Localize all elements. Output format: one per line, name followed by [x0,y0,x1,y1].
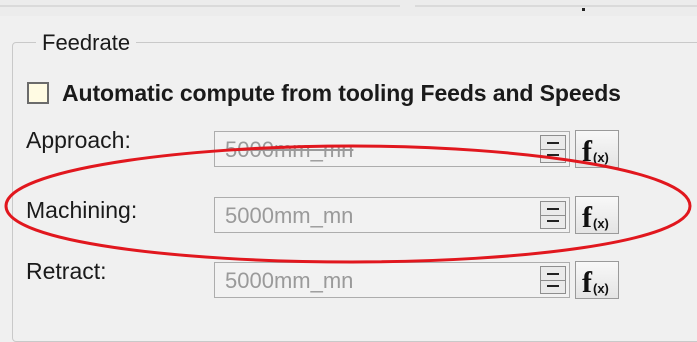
machining-field[interactable]: 5000mm_mn [214,197,570,233]
retract-label: Retract: [26,258,107,284]
approach-spinner-down[interactable] [541,149,565,162]
retract-formula-button[interactable]: f (x) [575,261,619,299]
approach-formula-button[interactable]: f (x) [575,130,619,168]
svg-text:(x): (x) [593,150,609,165]
retract-spinner[interactable] [540,266,566,294]
approach-label: Approach: [26,127,131,153]
machining-label: Machining: [26,197,138,223]
machining-value: 5000mm_mn [225,203,354,228]
formula-fx-icon: f (x) [582,135,609,168]
auto-compute-checkbox[interactable] [27,82,49,104]
approach-spinner-up[interactable] [541,136,565,150]
feedrate-group-title: Feedrate [36,30,137,56]
svg-text:(x): (x) [593,281,609,296]
dialog-top-edge [0,0,697,16]
svg-text:f: f [582,201,593,234]
approach-spinner[interactable] [540,135,566,163]
retract-spinner-up[interactable] [541,267,565,281]
formula-fx-icon: f (x) [582,201,609,234]
svg-text:f: f [582,266,593,299]
approach-field[interactable]: 5000mm_mn [214,131,570,167]
machining-spinner-up[interactable] [541,202,565,216]
retract-value: 5000mm_mn [225,268,354,293]
machining-spinner[interactable] [540,201,566,229]
machining-spinner-down[interactable] [541,215,565,228]
retract-spinner-down[interactable] [541,280,565,293]
auto-compute-label: Automatic compute from tooling Feeds and… [62,80,621,106]
top-mark [582,8,585,11]
retract-field[interactable]: 5000mm_mn [214,262,570,298]
approach-value: 5000mm_mn [225,137,354,162]
svg-text:f: f [582,135,593,168]
formula-fx-icon: f (x) [582,266,609,299]
machining-formula-button[interactable]: f (x) [575,196,619,234]
svg-text:(x): (x) [593,216,609,231]
